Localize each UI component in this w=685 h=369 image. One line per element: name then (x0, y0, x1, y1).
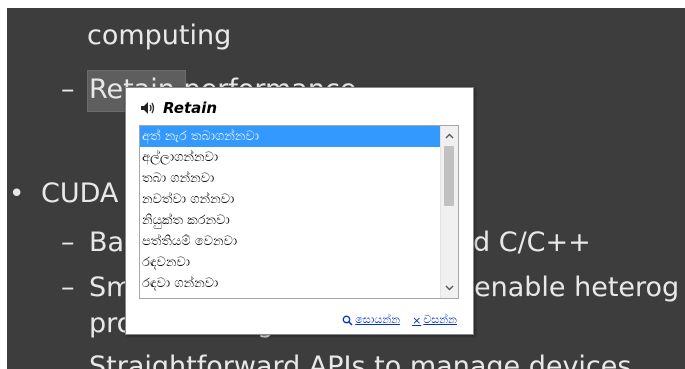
popup-header: Retain (140, 99, 217, 117)
search-link[interactable]: සොයන්න (342, 313, 400, 327)
slide-bullet: • (9, 179, 25, 209)
slide-dash: – (61, 74, 75, 105)
slide-line-straightforward: Straightforward APIs to manage devices (89, 351, 632, 369)
translation-item[interactable]: රඳවනවා (140, 252, 440, 273)
translation-item[interactable]: පත්තියම් වෙනවා (140, 231, 440, 252)
search-link-label: සොයන්න (355, 313, 401, 326)
translation-item[interactable]: නවත්වා ගන්නවා (140, 189, 440, 210)
translation-items: අත් නැර තබාගන්නවා අල්ලාගන්නවා තබා ගන්නවා… (140, 126, 440, 294)
popup-headword: Retain (163, 99, 218, 117)
scroll-down-arrow-icon[interactable] (441, 280, 458, 296)
close-icon: × (412, 313, 422, 327)
slide-dash: – (61, 272, 75, 303)
translation-item[interactable]: රඳවා ගන්නවා (140, 273, 440, 294)
slide-line-computing: computing (87, 20, 232, 51)
dictionary-popup: Retain අත් නැර තබාගන්නවා අල්ලාගන්නවා තබා… (125, 87, 474, 335)
list-scrollbar[interactable] (440, 126, 458, 298)
scroll-up-arrow-icon[interactable] (441, 128, 458, 144)
translation-list[interactable]: අත් නැර තබාගන්නවා අල්ලාගන්නවා තබා ගන්නවා… (139, 125, 459, 299)
slide-line-sm-tail: enable heterog (474, 272, 680, 303)
slide-dash: – (61, 227, 75, 258)
slide-line-cuda: CUDA (41, 178, 119, 209)
translation-item[interactable]: නියුක්ත කරනවා (140, 210, 440, 231)
close-link[interactable]: × වසන්න (412, 313, 457, 327)
speaker-icon[interactable] (140, 101, 156, 115)
translation-item[interactable]: අල්ලාගන්නවා (140, 147, 440, 168)
close-link-label: වසන්න (423, 313, 457, 326)
popup-footer: සොයන්න × වසන්න (342, 313, 457, 327)
translation-item[interactable]: අත් නැර තබාගන්නවා (140, 126, 440, 147)
magnifier-icon (342, 315, 353, 326)
translation-item[interactable]: තබා ගන්නවා (140, 168, 440, 189)
slide-line-bas-tail: d C/C++ (473, 227, 591, 258)
scroll-thumb[interactable] (444, 146, 454, 206)
